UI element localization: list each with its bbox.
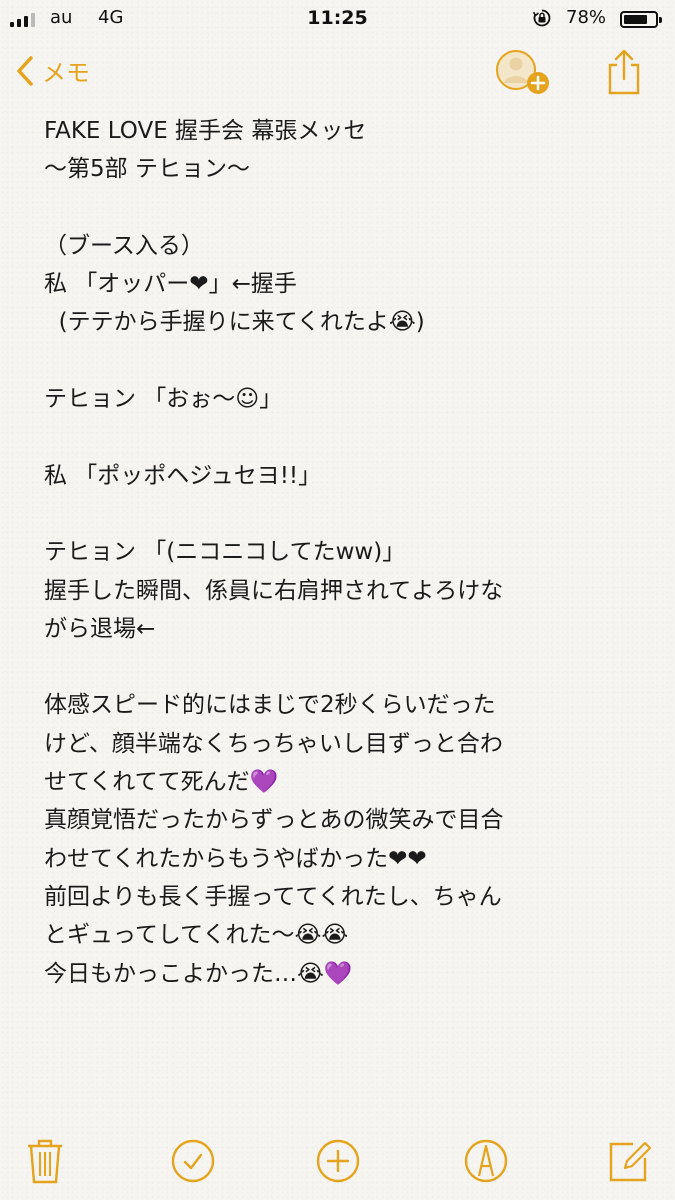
note-line: わせてくれたからもうやばかった❤❤ — [44, 845, 427, 872]
note-line — [44, 648, 644, 686]
add-person-icon[interactable] — [494, 47, 556, 99]
markup-icon[interactable] — [461, 1136, 511, 1186]
note-line: 握手した瞬間、係員に右肩押されてよろけな — [44, 577, 504, 604]
note-line: 私 「オッパー❤」←握手 — [44, 271, 297, 298]
share-icon[interactable] — [606, 47, 642, 97]
note-line: テヒョン 「(ニコニコしてたww)」 — [44, 539, 406, 566]
note-line — [44, 189, 644, 227]
note-line: 今日もかっこよかった…😭💜 — [44, 960, 353, 987]
note-line: 体感スピード的にはまじで2秒くらいだった — [44, 692, 496, 719]
add-icon[interactable] — [313, 1136, 363, 1186]
note-line: （ブース入る） — [44, 232, 204, 259]
battery-icon — [620, 11, 662, 28]
note-line: 真顔覚悟だったからずっとあの微笑みで目合 — [44, 807, 504, 834]
note-line: とギュってしてくれた〜😭😭 — [44, 922, 349, 949]
note-line — [44, 495, 644, 533]
trash-icon[interactable] — [20, 1136, 70, 1186]
note-line — [44, 418, 644, 456]
note-line: テヒョン 「おぉ〜☺」 — [44, 386, 283, 413]
status-bar: au 4G 11:25 78% — [0, 0, 675, 40]
note-line: 前回よりも長く手握っててくれたし、ちゃん — [44, 883, 502, 910]
compose-icon[interactable] — [605, 1136, 655, 1186]
note-line: 私 「ポッポヘジュセヨ!!」 — [44, 462, 322, 489]
battery-percentage: 78% — [566, 7, 607, 28]
back-button[interactable]: メモ — [16, 53, 90, 88]
note-body[interactable]: FAKE LOVE 握手会 幕張メッセ 〜第5部 テヒョン〜 （ブース入る） 私 「… — [44, 112, 644, 993]
note-line: けど、顔半端なくちっちゃいし目ずっと合わ — [44, 730, 503, 757]
rotation-lock-icon — [532, 9, 551, 27]
note-line: FAKE LOVE 握手会 幕張メッセ — [44, 118, 367, 144]
back-label: メモ — [42, 59, 90, 87]
chevron-left-icon — [17, 55, 33, 86]
navigation-bar: メモ — [0, 45, 675, 105]
bottom-toolbar — [0, 1132, 675, 1192]
note-line — [44, 342, 644, 380]
note-line: (テテから手握りに来てくれたよ😭) — [44, 309, 425, 336]
note-line: 〜第5部 テヒョン〜 — [44, 156, 250, 183]
checklist-icon[interactable] — [168, 1136, 218, 1186]
note-line: せてくれてて死んだ💜 — [44, 769, 279, 796]
note-line: がら退場← — [44, 615, 156, 642]
